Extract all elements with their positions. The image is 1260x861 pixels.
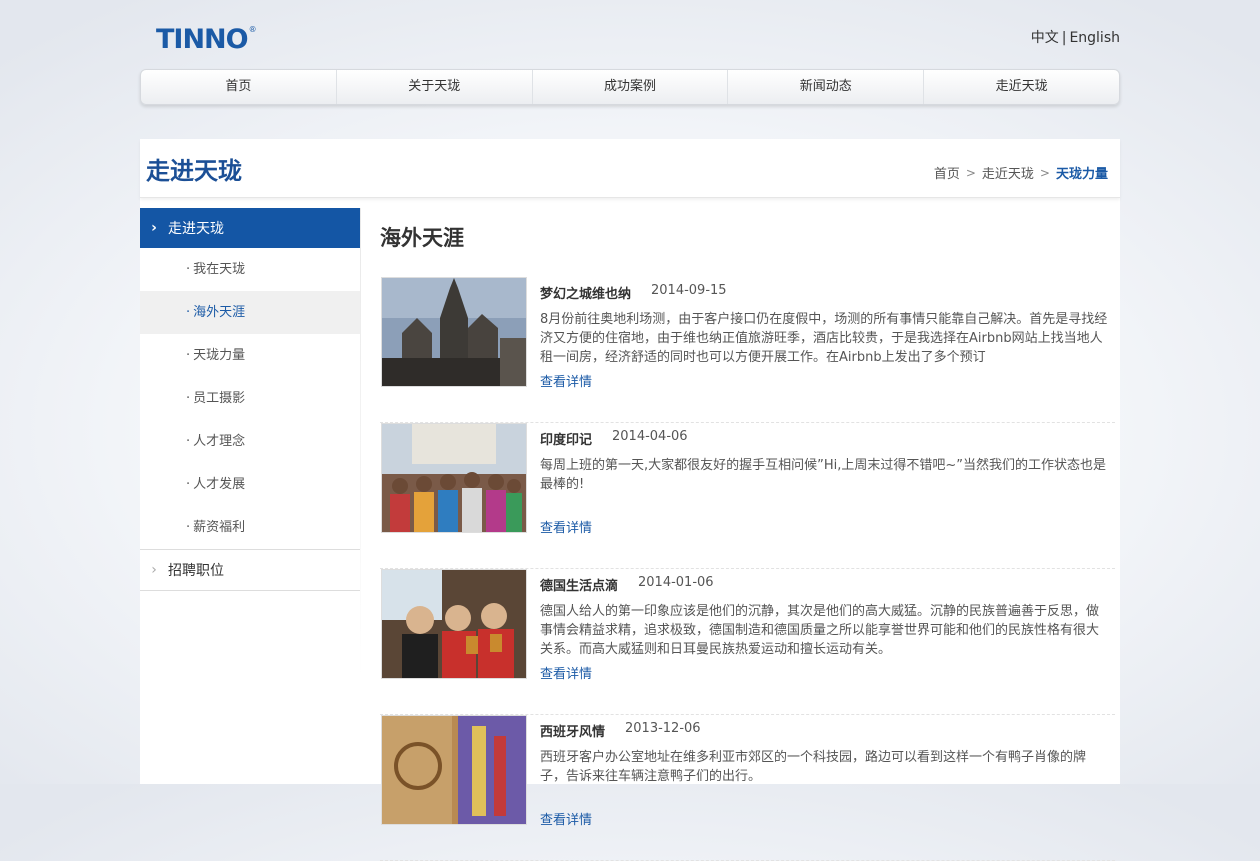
chevron-right-icon: > — [965, 165, 976, 180]
sidebar-item-talent-development[interactable]: · 人才发展 — [140, 463, 360, 506]
breadcrumb-home[interactable]: 首页 — [934, 163, 960, 182]
sidebar-group-label: 走进天珑 — [168, 221, 224, 237]
article-date: 2014-01-06 — [638, 575, 714, 590]
article-item: 西班牙风情 2013-12-06 西班牙客户办公室地址在维多利亚市郊区的一个科技… — [380, 715, 1115, 861]
view-details-link[interactable]: 查看详情 — [540, 809, 592, 828]
article-header: 西班牙风情 2013-12-06 — [540, 721, 701, 740]
article-summary: 8月份前往奥地利场测，由于客户接口仍在度假中，场测的所有事情只能靠自己解决。首先… — [540, 312, 1108, 365]
view-details-link[interactable]: 查看详情 — [540, 517, 592, 536]
article-thumbnail[interactable] — [381, 715, 527, 825]
panel-header: 走进天珑 首页 > 走近天珑 > 天珑力量 — [140, 139, 1120, 198]
article-header: 印度印记 2014-04-06 — [540, 429, 688, 448]
article-summary: 德国人给人的第一印象应该是他们的沉静，其次是他们的高大威猛。沉静的民族普遍善于反… — [540, 604, 1100, 657]
sidebar-active-group[interactable]: › 走进天珑 — [140, 208, 360, 248]
breadcrumb-current: 天珑力量 — [1055, 167, 1108, 182]
content-title: 海外天涯 — [380, 226, 464, 250]
article-date: 2014-09-15 — [651, 283, 727, 298]
article-summary: 每周上班的第一天,大家都很友好的握手互相问候”Hi,上周末过得不错吧~”当然我们… — [540, 458, 1107, 492]
lang-english-link[interactable]: English — [1069, 30, 1120, 46]
chevron-right-icon: › — [151, 220, 157, 236]
sidebar-group-label: 招聘职位 — [168, 563, 224, 579]
article-item: 印度印记 2014-04-06 每周上班的第一天,大家都很友好的握手互相问候”H… — [380, 423, 1115, 569]
chevron-right-icon: › — [151, 562, 157, 578]
article-thumbnail[interactable] — [381, 423, 527, 533]
article-header: 梦幻之城维也纳 2014-09-15 — [540, 283, 727, 302]
lang-chinese-link[interactable]: 中文 — [1031, 30, 1059, 46]
language-switcher: 中文 | English — [1031, 27, 1120, 47]
sidebar-item-overseas[interactable]: · 海外天涯 — [140, 291, 360, 334]
article-item: 梦幻之城维也纳 2014-09-15 8月份前往奥地利场测，由于客户接口仍在度假… — [380, 277, 1115, 423]
article-title[interactable]: 西班牙风情 — [540, 721, 605, 740]
sidebar: › 走进天珑 · 我在天珑 · 海外天涯 · 天珑力量 · 员工摄影 · 人才理念 · 人才… — [140, 208, 360, 591]
article-title[interactable]: 德国生活点滴 — [540, 575, 618, 594]
article-thumbnail[interactable] — [381, 569, 527, 679]
nav-item-home[interactable]: 首页 — [141, 70, 337, 104]
breadcrumb: 首页 > 走近天珑 > 天珑力量 — [934, 163, 1108, 183]
nav-item-about[interactable]: 关于天珑 — [337, 70, 533, 104]
sidebar-item-working-at-tinno[interactable]: · 我在天珑 — [140, 248, 360, 291]
section-title: 走进天珑 — [146, 157, 242, 185]
view-details-link[interactable]: 查看详情 — [540, 663, 592, 682]
nav-item-approach[interactable]: 走近天珑 — [924, 70, 1119, 104]
article-date: 2013-12-06 — [625, 721, 701, 736]
chevron-right-icon: > — [1039, 165, 1050, 180]
sidebar-item-benefits[interactable]: · 薪资福利 — [140, 506, 360, 549]
sidebar-divider — [360, 208, 361, 678]
sidebar-item-talent-philosophy[interactable]: · 人才理念 — [140, 420, 360, 463]
nav-item-cases[interactable]: 成功案例 — [533, 70, 729, 104]
registered-mark: ® — [248, 25, 257, 34]
article-title[interactable]: 梦幻之城维也纳 — [540, 283, 631, 302]
main-panel: 走进天珑 首页 > 走近天珑 > 天珑力量 › 走进天珑 · 我在天珑 · 海外天涯… — [140, 139, 1120, 861]
article-summary: 西班牙客户办公室地址在维多利亚市郊区的一个科技园，路边可以看到这样一个有鸭子肖像… — [540, 750, 1087, 784]
nav-item-news[interactable]: 新闻动态 — [728, 70, 925, 104]
article-title[interactable]: 印度印记 — [540, 429, 592, 448]
tinno-logo[interactable]: TINNO ® — [156, 26, 257, 54]
article-thumbnail[interactable] — [381, 277, 527, 387]
article-item: 德国生活点滴 2014-01-06 德国人给人的第一印象应该是他们的沉静，其次是… — [380, 569, 1115, 715]
logo-text: TINNO — [156, 24, 249, 55]
sidebar-group-jobs[interactable]: › 招聘职位 — [140, 549, 360, 591]
view-details-link[interactable]: 查看详情 — [540, 371, 592, 390]
lang-separator: | — [1061, 30, 1067, 46]
sidebar-item-staff-photography[interactable]: · 员工摄影 — [140, 377, 360, 420]
sidebar-item-tinno-power[interactable]: · 天珑力量 — [140, 334, 360, 377]
main-nav: 首页 关于天珑 成功案例 新闻动态 走近天珑 — [140, 69, 1120, 105]
breadcrumb-section[interactable]: 走近天珑 — [982, 163, 1034, 182]
article-date: 2014-04-06 — [612, 429, 688, 444]
article-list: 梦幻之城维也纳 2014-09-15 8月份前往奥地利场测，由于客户接口仍在度假… — [380, 277, 1115, 861]
article-header: 德国生活点滴 2014-01-06 — [540, 575, 714, 594]
